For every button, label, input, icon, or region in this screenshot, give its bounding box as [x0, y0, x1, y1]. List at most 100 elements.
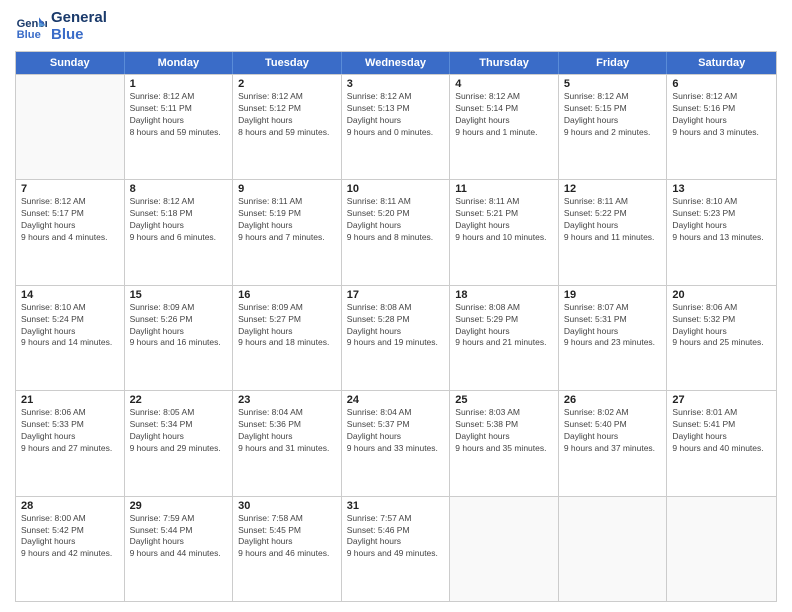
day-number: 5: [564, 78, 662, 90]
day-number: 14: [21, 289, 119, 301]
day-info: Sunrise: 8:06 AMSunset: 5:32 PMDaylight …: [672, 302, 771, 350]
calendar-cell: [559, 497, 668, 601]
calendar-cell: 21Sunrise: 8:06 AMSunset: 5:33 PMDayligh…: [16, 391, 125, 495]
day-number: 8: [130, 183, 228, 195]
day-number: 22: [130, 394, 228, 406]
day-info: Sunrise: 8:04 AMSunset: 5:36 PMDaylight …: [238, 407, 336, 455]
calendar-row-2: 14Sunrise: 8:10 AMSunset: 5:24 PMDayligh…: [16, 285, 776, 390]
day-number: 17: [347, 289, 445, 301]
calendar-row-0: 1Sunrise: 8:12 AMSunset: 5:11 PMDaylight…: [16, 74, 776, 179]
logo-icon: General Blue: [15, 11, 47, 43]
calendar-cell: 1Sunrise: 8:12 AMSunset: 5:11 PMDaylight…: [125, 75, 234, 179]
calendar-cell: 13Sunrise: 8:10 AMSunset: 5:23 PMDayligh…: [667, 180, 776, 284]
weekday-saturday: Saturday: [667, 52, 776, 74]
day-info: Sunrise: 8:00 AMSunset: 5:42 PMDaylight …: [21, 513, 119, 561]
calendar-cell: 19Sunrise: 8:07 AMSunset: 5:31 PMDayligh…: [559, 286, 668, 390]
day-number: 9: [238, 183, 336, 195]
calendar-cell: 29Sunrise: 7:59 AMSunset: 5:44 PMDayligh…: [125, 497, 234, 601]
day-info: Sunrise: 8:01 AMSunset: 5:41 PMDaylight …: [672, 407, 771, 455]
day-info: Sunrise: 8:12 AMSunset: 5:16 PMDaylight …: [672, 91, 771, 139]
day-info: Sunrise: 7:57 AMSunset: 5:46 PMDaylight …: [347, 513, 445, 561]
header: General Blue General Blue: [15, 10, 777, 43]
calendar-row-4: 28Sunrise: 8:00 AMSunset: 5:42 PMDayligh…: [16, 496, 776, 601]
day-info: Sunrise: 8:05 AMSunset: 5:34 PMDaylight …: [130, 407, 228, 455]
day-info: Sunrise: 8:10 AMSunset: 5:23 PMDaylight …: [672, 196, 771, 244]
calendar-cell: 14Sunrise: 8:10 AMSunset: 5:24 PMDayligh…: [16, 286, 125, 390]
logo: General Blue General Blue: [15, 10, 107, 43]
day-info: Sunrise: 8:08 AMSunset: 5:28 PMDaylight …: [347, 302, 445, 350]
calendar-cell: 22Sunrise: 8:05 AMSunset: 5:34 PMDayligh…: [125, 391, 234, 495]
weekday-friday: Friday: [559, 52, 668, 74]
calendar-row-1: 7Sunrise: 8:12 AMSunset: 5:17 PMDaylight…: [16, 179, 776, 284]
day-number: 16: [238, 289, 336, 301]
calendar-cell: 12Sunrise: 8:11 AMSunset: 5:22 PMDayligh…: [559, 180, 668, 284]
calendar-row-3: 21Sunrise: 8:06 AMSunset: 5:33 PMDayligh…: [16, 390, 776, 495]
weekday-monday: Monday: [125, 52, 234, 74]
day-number: 6: [672, 78, 771, 90]
calendar-cell: 23Sunrise: 8:04 AMSunset: 5:36 PMDayligh…: [233, 391, 342, 495]
day-number: 3: [347, 78, 445, 90]
calendar-cell: 20Sunrise: 8:06 AMSunset: 5:32 PMDayligh…: [667, 286, 776, 390]
day-number: 29: [130, 500, 228, 512]
calendar-cell: 9Sunrise: 8:11 AMSunset: 5:19 PMDaylight…: [233, 180, 342, 284]
calendar-cell: 16Sunrise: 8:09 AMSunset: 5:27 PMDayligh…: [233, 286, 342, 390]
day-info: Sunrise: 8:12 AMSunset: 5:15 PMDaylight …: [564, 91, 662, 139]
calendar-cell: 3Sunrise: 8:12 AMSunset: 5:13 PMDaylight…: [342, 75, 451, 179]
day-number: 19: [564, 289, 662, 301]
day-info: Sunrise: 8:12 AMSunset: 5:13 PMDaylight …: [347, 91, 445, 139]
day-number: 27: [672, 394, 771, 406]
day-number: 18: [455, 289, 553, 301]
weekday-thursday: Thursday: [450, 52, 559, 74]
day-info: Sunrise: 8:11 AMSunset: 5:20 PMDaylight …: [347, 196, 445, 244]
calendar-cell: 7Sunrise: 8:12 AMSunset: 5:17 PMDaylight…: [16, 180, 125, 284]
logo-text: General Blue: [51, 10, 107, 43]
calendar-cell: 28Sunrise: 8:00 AMSunset: 5:42 PMDayligh…: [16, 497, 125, 601]
day-info: Sunrise: 7:58 AMSunset: 5:45 PMDaylight …: [238, 513, 336, 561]
day-info: Sunrise: 8:12 AMSunset: 5:18 PMDaylight …: [130, 196, 228, 244]
calendar: Sunday Monday Tuesday Wednesday Thursday…: [15, 51, 777, 602]
calendar-cell: 26Sunrise: 8:02 AMSunset: 5:40 PMDayligh…: [559, 391, 668, 495]
day-number: 20: [672, 289, 771, 301]
day-number: 12: [564, 183, 662, 195]
calendar-cell: 31Sunrise: 7:57 AMSunset: 5:46 PMDayligh…: [342, 497, 451, 601]
day-number: 10: [347, 183, 445, 195]
day-info: Sunrise: 8:08 AMSunset: 5:29 PMDaylight …: [455, 302, 553, 350]
calendar-cell: 30Sunrise: 7:58 AMSunset: 5:45 PMDayligh…: [233, 497, 342, 601]
day-info: Sunrise: 8:12 AMSunset: 5:11 PMDaylight …: [130, 91, 228, 139]
calendar-cell: 27Sunrise: 8:01 AMSunset: 5:41 PMDayligh…: [667, 391, 776, 495]
day-info: Sunrise: 8:11 AMSunset: 5:22 PMDaylight …: [564, 196, 662, 244]
day-info: Sunrise: 8:10 AMSunset: 5:24 PMDaylight …: [21, 302, 119, 350]
day-number: 23: [238, 394, 336, 406]
calendar-cell: 8Sunrise: 8:12 AMSunset: 5:18 PMDaylight…: [125, 180, 234, 284]
day-number: 7: [21, 183, 119, 195]
weekday-tuesday: Tuesday: [233, 52, 342, 74]
day-info: Sunrise: 8:02 AMSunset: 5:40 PMDaylight …: [564, 407, 662, 455]
day-number: 28: [21, 500, 119, 512]
day-number: 13: [672, 183, 771, 195]
calendar-header: Sunday Monday Tuesday Wednesday Thursday…: [16, 52, 776, 74]
day-info: Sunrise: 8:12 AMSunset: 5:12 PMDaylight …: [238, 91, 336, 139]
weekday-sunday: Sunday: [16, 52, 125, 74]
day-number: 26: [564, 394, 662, 406]
day-info: Sunrise: 7:59 AMSunset: 5:44 PMDaylight …: [130, 513, 228, 561]
calendar-cell: [16, 75, 125, 179]
day-info: Sunrise: 8:12 AMSunset: 5:17 PMDaylight …: [21, 196, 119, 244]
day-number: 1: [130, 78, 228, 90]
day-number: 31: [347, 500, 445, 512]
day-number: 4: [455, 78, 553, 90]
day-number: 2: [238, 78, 336, 90]
calendar-cell: 5Sunrise: 8:12 AMSunset: 5:15 PMDaylight…: [559, 75, 668, 179]
weekday-wednesday: Wednesday: [342, 52, 451, 74]
calendar-cell: 2Sunrise: 8:12 AMSunset: 5:12 PMDaylight…: [233, 75, 342, 179]
calendar-cell: 4Sunrise: 8:12 AMSunset: 5:14 PMDaylight…: [450, 75, 559, 179]
day-info: Sunrise: 8:07 AMSunset: 5:31 PMDaylight …: [564, 302, 662, 350]
calendar-cell: 17Sunrise: 8:08 AMSunset: 5:28 PMDayligh…: [342, 286, 451, 390]
calendar-cell: 18Sunrise: 8:08 AMSunset: 5:29 PMDayligh…: [450, 286, 559, 390]
day-info: Sunrise: 8:06 AMSunset: 5:33 PMDaylight …: [21, 407, 119, 455]
day-number: 25: [455, 394, 553, 406]
calendar-cell: 10Sunrise: 8:11 AMSunset: 5:20 PMDayligh…: [342, 180, 451, 284]
day-number: 21: [21, 394, 119, 406]
day-number: 30: [238, 500, 336, 512]
day-info: Sunrise: 8:03 AMSunset: 5:38 PMDaylight …: [455, 407, 553, 455]
day-number: 15: [130, 289, 228, 301]
